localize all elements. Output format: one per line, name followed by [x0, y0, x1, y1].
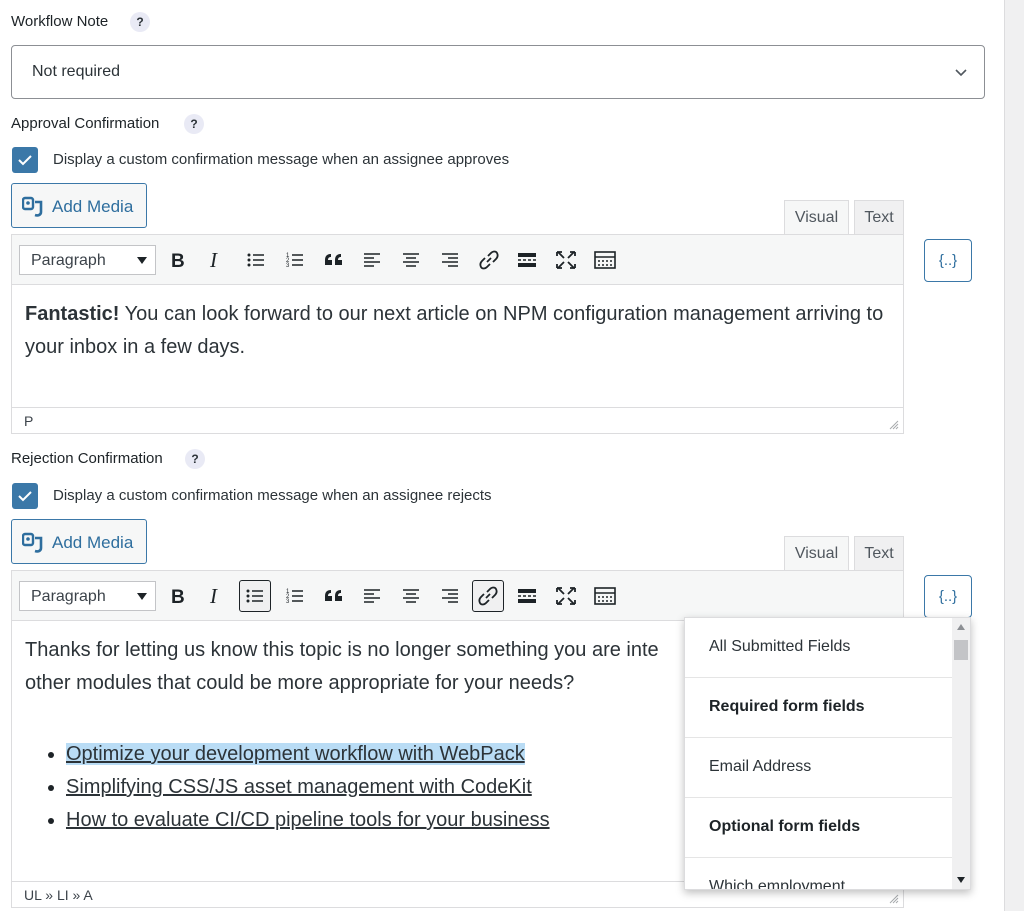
rejection-format-select[interactable]: Paragraph [19, 581, 156, 611]
bullet-list-icon[interactable] [239, 580, 271, 612]
link-icon[interactable] [473, 244, 505, 276]
dropdown-arrow-icon [137, 593, 147, 600]
numbered-list-icon[interactable]: 123 [279, 580, 311, 612]
resize-handle-icon[interactable] [889, 420, 899, 430]
approval-add-media-button[interactable]: Add Media [11, 183, 147, 228]
rejection-help-icon[interactable]: ? [185, 449, 205, 469]
workflow-note-label: Workflow Note [11, 13, 109, 30]
workflow-note-select[interactable]: Not required [11, 45, 985, 99]
align-right-icon[interactable] [434, 244, 466, 276]
rejection-link-list: Optimize your development workflow with … [22, 738, 682, 837]
approval-help-icon[interactable]: ? [184, 114, 204, 134]
format-select-value: Paragraph [31, 252, 106, 269]
checkmark-icon [18, 491, 32, 502]
approval-format-select[interactable]: Paragraph [19, 245, 156, 275]
rejection-content-line2: other modules that could be more appropr… [25, 672, 575, 694]
rejection-checkbox[interactable] [12, 483, 38, 509]
list-link[interactable]: Optimize your development workflow with … [66, 743, 525, 765]
approval-editor-content[interactable]: Fantastic! You can look forward to our n… [25, 298, 885, 364]
rejection-checkbox-label: Display a custom confirmation message wh… [53, 487, 492, 504]
list-link[interactable]: How to evaluate CI/CD pipeline tools for… [66, 809, 550, 831]
add-media-icon [22, 532, 43, 553]
approval-checkbox-label: Display a custom confirmation message wh… [53, 151, 510, 168]
approval-checkbox[interactable] [12, 147, 38, 173]
numbered-list-icon[interactable]: 123 [279, 244, 311, 276]
rejection-confirmation-label: Rejection Confirmation [11, 450, 163, 467]
toolbar-toggle-icon[interactable] [589, 580, 621, 612]
dropdown-scrollbar[interactable] [952, 618, 970, 889]
scroll-down-icon[interactable] [957, 877, 965, 883]
italic-icon[interactable]: I [200, 244, 232, 276]
svg-text:B: B [171, 587, 185, 605]
dropdown-group-header: Required form fields [685, 678, 970, 738]
resize-handle-icon[interactable] [889, 894, 899, 904]
link-icon[interactable] [472, 580, 504, 612]
format-select-value: Paragraph [31, 588, 106, 605]
checkmark-icon [18, 155, 32, 166]
align-left-icon[interactable] [356, 244, 388, 276]
read-more-icon[interactable] [511, 244, 543, 276]
dropdown-item[interactable]: Email Address [685, 738, 970, 798]
rejection-editor-content[interactable]: Thanks for letting us know this topic is… [25, 634, 685, 700]
rejection-merge-tags-button[interactable]: {..} [924, 575, 972, 618]
blockquote-icon[interactable] [318, 580, 350, 612]
list-item: How to evaluate CI/CD pipeline tools for… [66, 804, 682, 837]
scroll-up-icon[interactable] [957, 624, 965, 630]
list-link[interactable]: Simplifying CSS/JS asset management with… [66, 776, 532, 798]
list-item: Optimize your development workflow with … [66, 738, 682, 771]
merge-tags-dropdown[interactable]: All Submitted Fields Required form field… [684, 617, 971, 890]
blockquote-icon[interactable] [318, 244, 350, 276]
workflow-note-selected-value: Not required [32, 63, 121, 80]
svg-text:3: 3 [286, 263, 290, 269]
page-side-strip [1004, 0, 1024, 911]
add-media-icon [22, 196, 43, 217]
chevron-down-icon [955, 69, 967, 77]
align-center-icon[interactable] [395, 244, 427, 276]
read-more-icon[interactable] [511, 580, 543, 612]
scrollbar-thumb[interactable] [954, 640, 968, 660]
bullet-list-icon[interactable] [240, 244, 272, 276]
approval-element-path: P [24, 413, 34, 429]
approval-merge-tags-button[interactable]: {..} [924, 239, 972, 282]
italic-icon[interactable]: I [200, 580, 232, 612]
dropdown-item[interactable]: All Submitted Fields [685, 618, 970, 678]
dropdown-item[interactable]: Which employment [685, 858, 970, 889]
bold-icon[interactable]: B [162, 580, 194, 612]
bold-icon[interactable]: B [162, 244, 194, 276]
toolbar-toggle-icon[interactable] [589, 244, 621, 276]
approval-confirmation-label: Approval Confirmation [11, 115, 160, 132]
fullscreen-icon[interactable] [550, 580, 582, 612]
approval-content-bold: Fantastic! [25, 303, 120, 325]
svg-text:B: B [171, 251, 185, 269]
svg-text:I: I [209, 251, 218, 269]
svg-text:I: I [209, 587, 218, 605]
rejection-add-media-button[interactable]: Add Media [11, 519, 147, 564]
add-media-label: Add Media [52, 533, 134, 552]
rejection-tab-visual[interactable]: Visual [784, 536, 849, 571]
approval-content-text: You can look forward to our next article… [25, 303, 884, 358]
rejection-content-line1: Thanks for letting us know this topic is… [25, 639, 659, 661]
rejection-tab-text[interactable]: Text [854, 536, 904, 571]
workflow-note-help-icon[interactable]: ? [130, 12, 150, 32]
dropdown-arrow-icon [137, 257, 147, 264]
fullscreen-icon[interactable] [550, 244, 582, 276]
approval-statusbar: P [12, 407, 903, 433]
approval-tab-visual[interactable]: Visual [784, 200, 849, 235]
add-media-label: Add Media [52, 197, 134, 216]
approval-tab-text[interactable]: Text [854, 200, 904, 235]
align-left-icon[interactable] [356, 580, 388, 612]
align-center-icon[interactable] [395, 580, 427, 612]
svg-text:3: 3 [286, 599, 290, 605]
list-item: Simplifying CSS/JS asset management with… [66, 771, 682, 804]
rejection-element-path: UL » LI » A [24, 887, 93, 903]
dropdown-group-header: Optional form fields [685, 798, 970, 858]
align-right-icon[interactable] [434, 580, 466, 612]
